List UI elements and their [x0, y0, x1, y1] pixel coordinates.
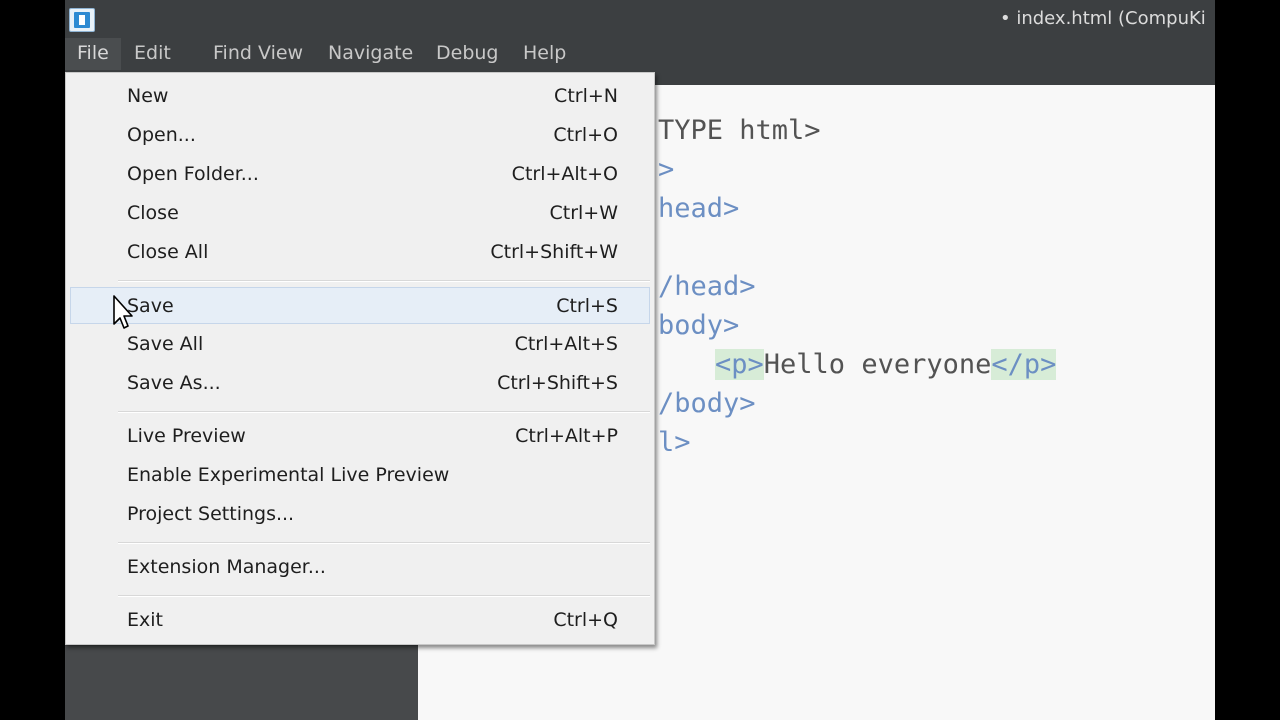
code-line-8: /body>: [658, 388, 756, 419]
open-p-tag: <p>: [715, 349, 764, 380]
menu-separator: [118, 595, 650, 597]
menu-separator: [118, 542, 650, 544]
window-title: • index.html (CompuKi: [1000, 8, 1206, 29]
menu-item-open[interactable]: Open... Ctrl+O: [70, 117, 650, 154]
sidebar: [65, 646, 418, 720]
menu-item-experimental-live-preview[interactable]: Enable Experimental Live Preview: [70, 457, 650, 494]
code-line-6: body>: [658, 310, 740, 341]
code-line-7: <p>Hello everyone</p>: [715, 347, 1057, 383]
menu-file[interactable]: File: [65, 38, 121, 70]
menu-help[interactable]: Help: [511, 38, 578, 70]
title-bar: • index.html (CompuKi: [65, 0, 1215, 38]
menu-item-project-settings[interactable]: Project Settings...: [70, 496, 650, 533]
menu-navigate[interactable]: Navigate: [316, 38, 425, 70]
mouse-pointer-icon: [113, 295, 133, 329]
menu-item-exit[interactable]: Exit Ctrl+Q: [70, 602, 650, 639]
code-line-9: l>: [658, 427, 691, 458]
code-line-2: >: [658, 154, 675, 185]
menu-item-save-as[interactable]: Save As... Ctrl+Shift+S: [70, 365, 650, 402]
code-line-1: TYPE html>: [658, 115, 821, 146]
menu-debug[interactable]: Debug: [424, 38, 510, 70]
close-p-tag: </p>: [991, 349, 1057, 380]
app-logo-icon: [69, 8, 95, 32]
menu-item-extension-manager[interactable]: Extension Manager...: [70, 549, 650, 586]
menu-item-open-folder[interactable]: Open Folder... Ctrl+Alt+O: [70, 156, 650, 193]
menu-item-close[interactable]: Close Ctrl+W: [70, 195, 650, 232]
paragraph-text: Hello everyone: [763, 349, 992, 380]
menu-view[interactable]: View: [246, 38, 315, 70]
code-line-3: head>: [658, 193, 740, 224]
file-menu-dropdown: New Ctrl+N Open... Ctrl+O Open Folder...…: [65, 72, 655, 645]
code-line-5: /head>: [658, 271, 756, 302]
menu-edit[interactable]: Edit: [122, 38, 183, 70]
menu-separator: [118, 411, 650, 413]
menu-item-save-all[interactable]: Save All Ctrl+Alt+S: [70, 326, 650, 363]
menu-separator: [118, 280, 650, 282]
menu-bar: File Edit Find View Navigate Debug Help: [65, 38, 1215, 72]
menu-item-live-preview[interactable]: Live Preview Ctrl+Alt+P: [70, 418, 650, 455]
menu-item-close-all[interactable]: Close All Ctrl+Shift+W: [70, 234, 650, 271]
menu-item-new[interactable]: New Ctrl+N: [70, 78, 650, 115]
menu-item-save[interactable]: Save Ctrl+S: [70, 287, 650, 324]
